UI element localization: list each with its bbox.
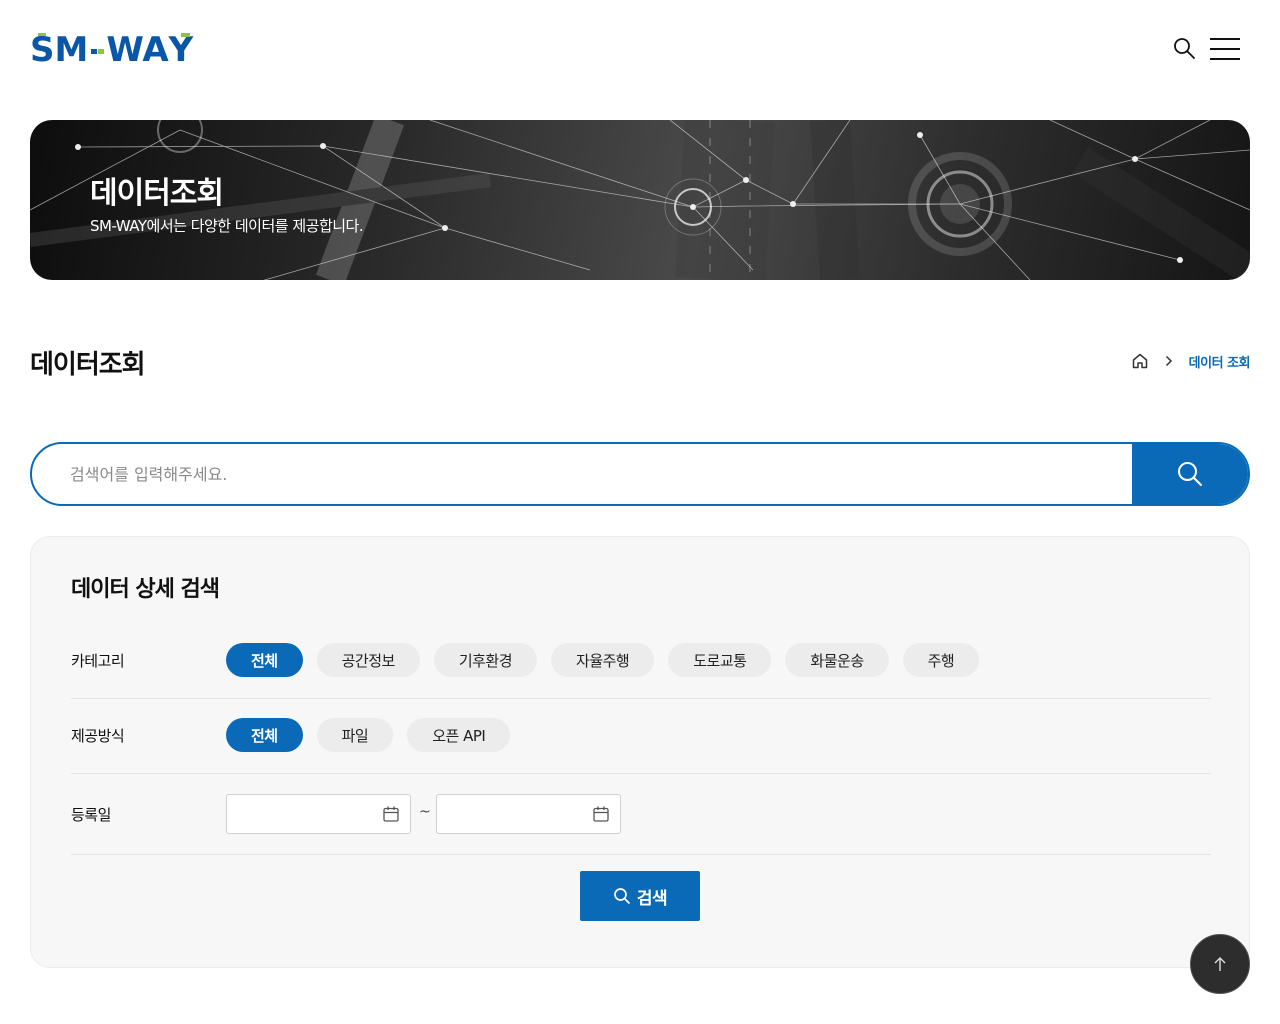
search-input[interactable] xyxy=(70,444,1130,504)
home-icon[interactable] xyxy=(1131,352,1149,370)
category-chip-driving[interactable]: 주행 xyxy=(902,643,980,677)
provision-chip-file[interactable]: 파일 xyxy=(316,718,394,752)
search-icon xyxy=(614,888,630,904)
end-date-field[interactable] xyxy=(436,794,621,834)
category-chips: 전체 공간정보 기후환경 자율주행 도로교통 화물운송 주행 xyxy=(226,643,980,677)
arrow-up-icon xyxy=(1214,957,1226,971)
provision-chip-all[interactable]: 전체 xyxy=(226,718,303,752)
category-chip-freight[interactable]: 화물운송 xyxy=(785,643,889,677)
category-chip-spatial[interactable]: 공간정보 xyxy=(316,643,420,677)
breadcrumb-current[interactable]: 데이터 조회 xyxy=(1189,352,1251,371)
search-icon xyxy=(1174,38,1195,59)
search-submit-button[interactable] xyxy=(1132,444,1248,504)
category-chip-autonomous[interactable]: 자율주행 xyxy=(551,643,655,677)
logo[interactable]: S M WA Y xyxy=(30,30,193,70)
site-header: S M WA Y xyxy=(30,28,1250,72)
header-search-button[interactable] xyxy=(1172,36,1198,62)
calendar-icon[interactable] xyxy=(382,805,400,823)
scroll-to-top-button[interactable] xyxy=(1190,934,1250,994)
date-range-separator: ~ xyxy=(419,804,431,820)
main-search-bar xyxy=(30,442,1250,506)
hero-banner: 데이터조회 SM-WAY에서는 다양한 데이터를 제공합니다. xyxy=(30,120,1250,280)
provision-chips: 전체 파일 오픈 API xyxy=(226,718,511,752)
calendar-icon[interactable] xyxy=(592,805,610,823)
banner-title: 데이터조회 xyxy=(90,176,224,211)
page-title: 데이터조회 xyxy=(30,350,146,380)
category-chip-road-traffic[interactable]: 도로교통 xyxy=(668,643,772,677)
category-label: 카테고리 xyxy=(71,652,125,670)
breadcrumb: 데이터 조회 xyxy=(1131,350,1251,372)
provision-chip-open-api[interactable]: 오픈 API xyxy=(407,718,511,752)
detail-search-title: 데이터 상세 검색 xyxy=(71,577,220,602)
detail-search-submit-label: 검색 xyxy=(636,888,668,909)
category-chip-climate[interactable]: 기후환경 xyxy=(433,643,538,677)
registration-date-row: 등록일 ~ xyxy=(71,774,1211,855)
registration-date-label: 등록일 xyxy=(71,806,111,824)
category-chip-all[interactable]: 전체 xyxy=(226,643,303,677)
detail-search-panel: 데이터 상세 검색 카테고리 전체 공간정보 기후환경 자율주행 도로교통 화물… xyxy=(30,536,1250,968)
search-icon xyxy=(1178,462,1202,486)
provision-row: 제공방식 전체 파일 오픈 API xyxy=(71,699,1211,774)
hamburger-menu-icon[interactable] xyxy=(1210,38,1240,60)
start-date-field[interactable] xyxy=(226,794,411,834)
chevron-right-icon xyxy=(1165,355,1172,367)
detail-search-submit-button[interactable]: 검색 xyxy=(580,871,700,921)
provision-label: 제공방식 xyxy=(71,727,125,745)
category-row: 카테고리 전체 공간정보 기후환경 자율주행 도로교통 화물운송 주행 xyxy=(71,637,1211,699)
banner-subtitle: SM-WAY에서는 다양한 데이터를 제공합니다. xyxy=(90,217,364,235)
